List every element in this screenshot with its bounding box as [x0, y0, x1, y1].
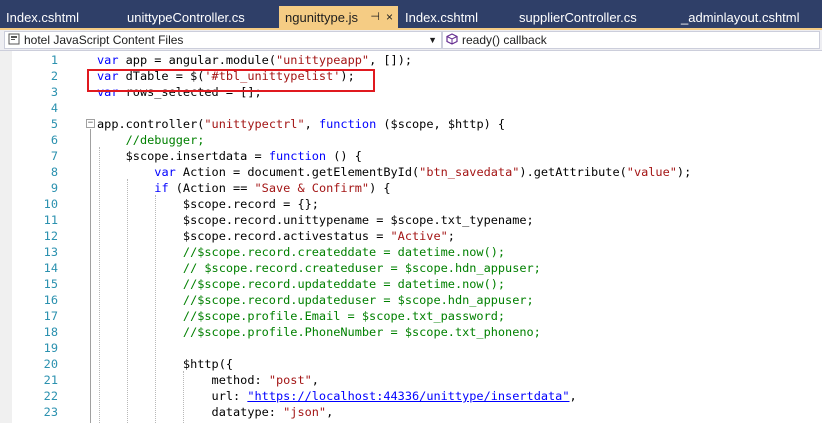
- line-number: 9: [50, 181, 58, 195]
- line-number: 11: [43, 213, 58, 227]
- chevron-down-icon: ▼: [428, 35, 437, 45]
- line-number: 15: [43, 277, 58, 291]
- code-line: 14 // $scope.record.createduser = $scope…: [0, 260, 822, 276]
- code-line: 23 datatype: "json",: [0, 404, 822, 420]
- code-line: 7 $scope.insertdata = function () {: [0, 148, 822, 164]
- code-line: 18 //$scope.profile.PhoneNumber = $scope…: [0, 324, 822, 340]
- code-text: //$scope.record.createddate = datetime.n…: [97, 245, 506, 259]
- line-number: 1: [50, 53, 58, 67]
- line-number: 4: [50, 101, 58, 115]
- tab-label: Index.cshtml: [405, 10, 478, 25]
- code-line: 21 method: "post",: [0, 372, 822, 388]
- line-number: 2: [50, 69, 58, 83]
- line-number: 22: [43, 389, 58, 403]
- red-highlight-box: [87, 69, 375, 92]
- tab-label: _adminlayout.cshtml: [681, 10, 800, 25]
- code-text: var app = angular.module("unittypeapp", …: [97, 53, 413, 67]
- code-line: 12 $scope.record.activestatus = "Active"…: [0, 228, 822, 244]
- code-line: 6 //debugger;: [0, 132, 822, 148]
- line-number: 5: [50, 117, 58, 131]
- code-text: $scope.insertdata = function () {: [97, 149, 362, 163]
- document-tab-bar: Index.cshtml unittypeController.cs ngunitt…: [0, 0, 822, 29]
- line-number: 12: [43, 229, 58, 243]
- code-text: var Action = document.getElementById("bt…: [154, 165, 692, 179]
- tab-suppliercontroller-cs[interactable]: supplierController.cs: [513, 6, 674, 29]
- tab-unittypecontroller-cs[interactable]: unittypeController.cs: [121, 6, 278, 29]
- line-number: 16: [43, 293, 58, 307]
- project-dropdown[interactable]: hotel JavaScript Content Files ▼: [4, 31, 442, 49]
- code-line: 5 app.controller("unittypectrl", function…: [0, 116, 822, 132]
- tab-label: supplierController.cs: [519, 10, 637, 25]
- tab-index-cshtml[interactable]: Index.cshtml: [399, 6, 512, 29]
- code-line: 15 //$scope.record.updateddate = datetim…: [0, 276, 822, 292]
- code-editor[interactable]: − 1 var app = angular.module("unittypeapp…: [0, 51, 822, 423]
- code-line: 20 $http({: [0, 356, 822, 372]
- line-number: 18: [43, 325, 58, 339]
- line-number: 20: [43, 357, 58, 371]
- tab-index-cshtml[interactable]: Index.cshtml: [0, 6, 120, 29]
- line-number: 7: [50, 149, 58, 163]
- tab-label: unittypeController.cs: [127, 10, 245, 25]
- code-text: if (Action == "Save & Confirm") {: [154, 181, 391, 195]
- line-number: 6: [50, 133, 58, 147]
- line-number: 10: [43, 197, 58, 211]
- code-line: 11 $scope.record.unittypename = $scope.t…: [0, 212, 822, 228]
- code-line: 1 var app = angular.module("unittypeapp",…: [0, 52, 822, 68]
- code-text: //$scope.profile.Email = $scope.txt_pass…: [97, 309, 506, 323]
- code-text: url: "https://localhost:44336/unittype/i…: [97, 389, 577, 403]
- code-text: $scope.record = {};: [97, 197, 319, 211]
- code-text: $http({: [97, 357, 234, 371]
- code-text: // $scope.record.createduser = $scope.hd…: [97, 261, 541, 275]
- tab-ngunittype-js[interactable]: ngunittype.js ⊣ ×: [279, 6, 398, 29]
- code-text: $scope.record.unittypename = $scope.txt_…: [97, 213, 534, 227]
- code-line: 16 //$scope.record.updateduser = $scope.…: [0, 292, 822, 308]
- scope-label: ready() callback: [462, 33, 547, 47]
- line-number: 17: [43, 309, 58, 323]
- code-text: //$scope.profile.PhoneNumber = $scope.tx…: [97, 325, 541, 339]
- code-line: 17 //$scope.profile.Email = $scope.txt_p…: [0, 308, 822, 324]
- tab-label: ngunittype.js: [285, 10, 358, 25]
- code-text: //$scope.record.updateduser = $scope.hdn…: [97, 293, 534, 307]
- method-cube-icon: [446, 33, 458, 45]
- tab-label: Index.cshtml: [6, 10, 79, 25]
- pin-icon[interactable]: ⊣: [370, 6, 380, 29]
- close-icon[interactable]: ×: [386, 6, 393, 29]
- line-number: 8: [50, 165, 58, 179]
- line-number: 3: [50, 85, 58, 99]
- line-number: 21: [43, 373, 58, 387]
- code-text: method: "post",: [97, 373, 319, 387]
- code-line: 8 var Action = document.getElementById("…: [0, 164, 822, 180]
- project-icon: [8, 33, 20, 45]
- scope-dropdown[interactable]: ready() callback: [442, 31, 820, 49]
- code-line: 9 if (Action == "Save & Confirm") {: [0, 180, 822, 196]
- project-label: hotel JavaScript Content Files: [24, 33, 184, 47]
- code-text: datatype: "json",: [97, 405, 334, 419]
- code-line: 4: [0, 100, 822, 116]
- line-number: 13: [43, 245, 58, 259]
- code-line: 13 //$scope.record.createddate = datetim…: [0, 244, 822, 260]
- code-text: //$scope.record.updateddate = datetime.n…: [97, 277, 506, 291]
- code-text: $scope.record.activestatus = "Active";: [97, 229, 455, 243]
- code-text: //debugger;: [97, 133, 205, 147]
- code-line: 19: [0, 340, 822, 356]
- line-number: 23: [43, 405, 58, 419]
- line-number: 19: [43, 341, 58, 355]
- line-number: 14: [43, 261, 58, 275]
- code-text: app.controller("unittypectrl", function …: [97, 117, 506, 131]
- navigation-bar: hotel JavaScript Content Files ▼ ready()…: [0, 30, 822, 51]
- code-line: 22 url: "https://localhost:44336/unittyp…: [0, 388, 822, 404]
- code-line: 10 $scope.record = {};: [0, 196, 822, 212]
- tab--adminlayout-cshtml[interactable]: _adminlayout.cshtml: [675, 6, 822, 29]
